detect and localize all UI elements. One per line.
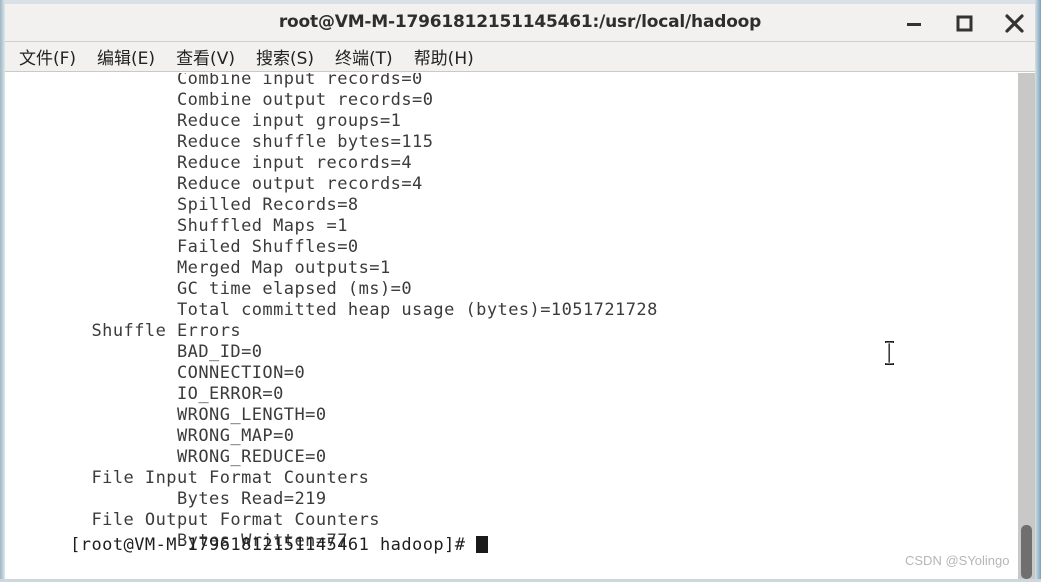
terminal-line: CONNECTION=0 [6, 363, 306, 383]
terminal-line: WRONG_LENGTH=0 [6, 405, 327, 425]
terminal-prompt-line: [root@VM-M-17961812151145461 hadoop]# [6, 514, 489, 577]
block-cursor [476, 536, 489, 553]
scrollbar-thumb[interactable] [1021, 525, 1032, 579]
window-title: root@VM-M-17961812151145461:/usr/local/h… [278, 12, 762, 32]
terminal-line: Reduce input groups=1 [6, 111, 402, 131]
window-frame-right [1035, 0, 1041, 582]
terminal-line: Combine input records=0 [6, 73, 423, 89]
terminal-window: root@VM-M-17961812151145461:/usr/local/h… [0, 0, 1041, 582]
menu-item-edit[interactable]: 编辑(E) [97, 44, 155, 69]
terminal-line: Reduce output records=4 [6, 174, 423, 194]
terminal-line: Reduce input records=4 [6, 153, 413, 173]
window-frame-left [0, 0, 5, 582]
menu-item-search[interactable]: 搜索(S) [256, 44, 314, 69]
terminal-line: Total committed heap usage (bytes)=10517… [6, 300, 658, 320]
close-button[interactable] [995, 4, 1033, 41]
terminal-line: BAD_ID=0 [6, 342, 263, 362]
terminal-line: Reduce shuffle bytes=115 [6, 132, 434, 152]
minimize-button[interactable] [895, 4, 933, 41]
terminal-line-list: Combine input records=0 Combine output r… [6, 73, 1018, 552]
menu-item-help[interactable]: 帮助(H) [414, 44, 474, 69]
terminal-line: Bytes Read=219 [6, 489, 327, 509]
terminal-line: Merged Map outputs=1 [6, 258, 391, 278]
terminal-line: Spilled Records=8 [6, 195, 359, 215]
maximize-button[interactable] [945, 4, 983, 41]
terminal-line: WRONG_REDUCE=0 [6, 447, 327, 467]
terminal-line: File Input Format Counters [6, 468, 370, 488]
shell-prompt: [root@VM-M-17961812151145461 hadoop]# [70, 535, 477, 555]
terminal-line: Failed Shuffles=0 [6, 237, 359, 257]
menu-item-terminal[interactable]: 终端(T) [335, 44, 393, 69]
terminal-line: Shuffled Maps =1 [6, 216, 348, 236]
terminal-line: Combine output records=0 [6, 90, 434, 110]
terminal-line: Shuffle Errors [6, 321, 242, 341]
terminal-line: WRONG_MAP=0 [6, 426, 295, 446]
menu-item-view[interactable]: 查看(V) [176, 44, 235, 69]
menu-item-file[interactable]: 文件(F) [19, 44, 76, 69]
vertical-scrollbar[interactable] [1018, 73, 1035, 579]
title-bar[interactable]: root@VM-M-17961812151145461:/usr/local/h… [5, 4, 1035, 42]
menu-bar: 文件(F) 编辑(E) 查看(V) 搜索(S) 终端(T) 帮助(H) [5, 42, 1035, 72]
terminal-line: IO_ERROR=0 [6, 384, 284, 404]
terminal-line: GC time elapsed (ms)=0 [6, 279, 413, 299]
terminal-output-area[interactable]: Combine input records=0 Combine output r… [6, 73, 1018, 579]
